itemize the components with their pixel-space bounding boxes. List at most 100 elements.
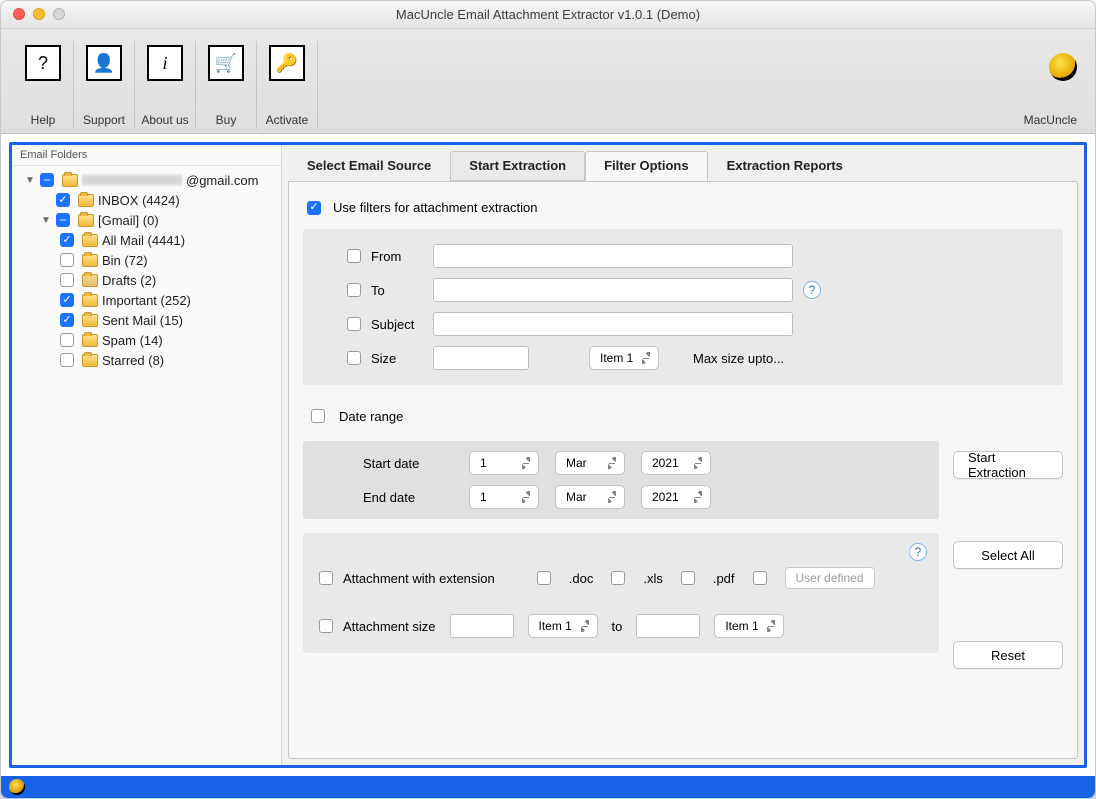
size-input[interactable]	[433, 346, 529, 370]
tab-bar: Select Email Source Start Extraction Fil…	[288, 145, 1078, 181]
checkbox[interactable]	[60, 253, 74, 267]
attsize-to-unit[interactable]: Item 1	[714, 614, 784, 638]
folder-icon	[78, 194, 94, 207]
tristate-checkbox[interactable]: −	[56, 213, 70, 227]
checkbox[interactable]	[60, 333, 74, 347]
ext-xls-label: .xls	[643, 571, 663, 586]
zoom-window-button[interactable]	[53, 8, 65, 20]
checkbox[interactable]	[56, 193, 70, 207]
from-checkbox[interactable]	[347, 249, 361, 263]
tree-row-drafts[interactable]: Drafts (2)	[18, 270, 275, 290]
ext-user-defined-input[interactable]: User defined	[785, 567, 875, 589]
info-icon: i	[147, 45, 183, 81]
sidebar-title: Email Folders	[12, 145, 281, 166]
toolbar-help[interactable]: ? Help	[13, 41, 73, 133]
start-extraction-button[interactable]: Start Extraction	[953, 451, 1063, 479]
toolbar-activate[interactable]: 🔑 Activate	[257, 41, 317, 133]
tree-row-allmail[interactable]: All Mail (4441)	[18, 230, 275, 250]
attsize-to-input[interactable]	[636, 614, 700, 638]
title-bar: MacUncle Email Attachment Extractor v1.0…	[1, 1, 1095, 29]
start-month-select[interactable]: Mar	[555, 451, 625, 475]
end-month-select[interactable]: Mar	[555, 485, 625, 509]
folder-icon	[62, 174, 78, 187]
to-input[interactable]	[433, 278, 793, 302]
ext-xls-checkbox[interactable]	[611, 571, 625, 585]
toolbar-about[interactable]: i About us	[135, 41, 195, 133]
tab-filter-options[interactable]: Filter Options	[585, 151, 708, 181]
attsize-from-unit[interactable]: Item 1	[528, 614, 598, 638]
tree-row-starred[interactable]: Starred (8)	[18, 350, 275, 370]
select-all-button[interactable]: Select All	[953, 541, 1063, 569]
tristate-checkbox[interactable]: −	[40, 173, 54, 187]
use-filters-checkbox[interactable]	[307, 201, 321, 215]
tab-select-source[interactable]: Select Email Source	[288, 151, 450, 181]
account-suffix: @gmail.com	[186, 173, 258, 188]
tree-row-bin[interactable]: Bin (72)	[18, 250, 275, 270]
right-panel: Select Email Source Start Extraction Fil…	[282, 145, 1084, 765]
folder-icon	[82, 334, 98, 347]
ext-checkbox[interactable]	[319, 571, 333, 585]
from-input[interactable]	[433, 244, 793, 268]
brand-area: MacUncle	[318, 41, 1083, 133]
minimize-window-button[interactable]	[33, 8, 45, 20]
toolbar-buy[interactable]: 🛒 Buy	[196, 41, 256, 133]
to-checkbox[interactable]	[347, 283, 361, 297]
toolbar: ? Help 👤 Support i About us 🛒 Buy 🔑 Acti…	[1, 29, 1095, 134]
ext-label: Attachment with extension	[343, 571, 495, 586]
subject-checkbox[interactable]	[347, 317, 361, 331]
tree-row-important[interactable]: Important (252)	[18, 290, 275, 310]
tab-extraction-reports[interactable]: Extraction Reports	[708, 151, 862, 181]
daterange-checkbox[interactable]	[311, 409, 325, 423]
reset-button[interactable]: Reset	[953, 641, 1063, 669]
brand-label: MacUncle	[1024, 113, 1077, 127]
cart-icon: 🛒	[208, 45, 244, 81]
subject-input[interactable]	[433, 312, 793, 336]
checkbox[interactable]	[60, 273, 74, 287]
help-icon[interactable]: ?	[909, 543, 927, 561]
toolbar-support[interactable]: 👤 Support	[74, 41, 134, 133]
support-icon: 👤	[86, 45, 122, 81]
tree-label: Bin (72)	[102, 253, 148, 268]
ext-pdf-checkbox[interactable]	[681, 571, 695, 585]
tree-label: [Gmail] (0)	[98, 213, 159, 228]
action-buttons: Start Extraction Select All Reset	[953, 451, 1063, 669]
key-icon: 🔑	[269, 45, 305, 81]
checkbox[interactable]	[60, 293, 74, 307]
help-icon[interactable]: ?	[803, 281, 821, 299]
tree-row-inbox[interactable]: INBOX (4424)	[18, 190, 275, 210]
checkbox[interactable]	[60, 353, 74, 367]
checkbox[interactable]	[60, 233, 74, 247]
main-area: Email Folders ▼ − @gmail.com INBOX (4424…	[1, 134, 1095, 776]
checkbox[interactable]	[60, 313, 74, 327]
ext-user-checkbox[interactable]	[753, 571, 767, 585]
app-window: MacUncle Email Attachment Extractor v1.0…	[0, 0, 1096, 799]
size-unit-select[interactable]: Item 1	[589, 346, 659, 370]
end-day-select[interactable]: 1	[469, 485, 539, 509]
brand-icon	[9, 779, 25, 795]
tree-account-row[interactable]: ▼ − @gmail.com	[18, 170, 275, 190]
folder-icon	[82, 234, 98, 247]
disclosure-triangle-icon[interactable]: ▼	[24, 175, 36, 186]
end-year-select[interactable]: 2021	[641, 485, 711, 509]
close-window-button[interactable]	[13, 8, 25, 20]
folder-icon	[82, 314, 98, 327]
tree-label: Important (252)	[102, 293, 191, 308]
extension-group: ? Attachment with extension .doc .xls .p…	[303, 533, 939, 653]
attsize-checkbox[interactable]	[319, 619, 333, 633]
content-frame: Email Folders ▼ − @gmail.com INBOX (4424…	[9, 142, 1087, 768]
tab-start-extraction[interactable]: Start Extraction	[450, 151, 585, 181]
help-icon: ?	[25, 45, 61, 81]
ext-doc-label: .doc	[569, 571, 594, 586]
tree-row-sent[interactable]: Sent Mail (15)	[18, 310, 275, 330]
subject-label: Subject	[371, 317, 414, 332]
ext-doc-checkbox[interactable]	[537, 571, 551, 585]
folder-icon	[82, 354, 98, 367]
attsize-from-input[interactable]	[450, 614, 514, 638]
start-day-select[interactable]: 1	[469, 451, 539, 475]
size-checkbox[interactable]	[347, 351, 361, 365]
tree-row-gmail[interactable]: ▼ − [Gmail] (0)	[18, 210, 275, 230]
disclosure-triangle-icon[interactable]: ▼	[40, 215, 52, 226]
start-year-select[interactable]: 2021	[641, 451, 711, 475]
tree-row-spam[interactable]: Spam (14)	[18, 330, 275, 350]
tab-body: Use filters for attachment extraction Fr…	[288, 181, 1078, 759]
